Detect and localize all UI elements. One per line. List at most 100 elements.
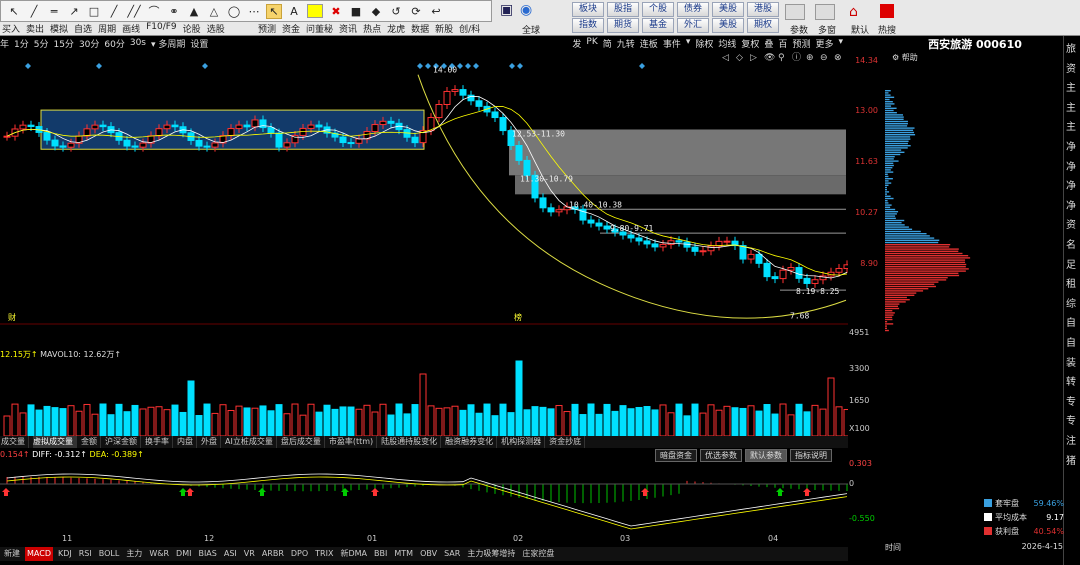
side-label-5[interactable]: 净 (1066, 138, 1076, 153)
grid-icon[interactable] (785, 4, 805, 20)
bottom-tab-8[interactable]: BIAS (196, 547, 218, 561)
chart-tool-5[interactable]: 事件 (663, 37, 681, 50)
menu-tool-3[interactable]: 资讯 (339, 22, 357, 36)
globe-icon[interactable]: ◉ (520, 2, 532, 18)
draw-tool-3-icon[interactable]: ↗ (67, 5, 81, 18)
chart-tool-10[interactable]: 叠 (764, 37, 773, 50)
draw-tool-1-icon[interactable]: ╱ (27, 5, 41, 18)
draw-tool-14-icon[interactable]: A (287, 5, 301, 18)
side-label-11[interactable]: 足 (1066, 256, 1076, 271)
side-label-21[interactable]: 猪 (1066, 452, 1076, 467)
indicator-tab-10[interactable]: 陆股通持股变化 (381, 436, 441, 448)
menu-item-3[interactable]: 自选 (74, 22, 92, 36)
market-btn-r2-2[interactable]: 基金 (642, 18, 674, 33)
draw-tool-13-icon[interactable]: ↖ (267, 5, 281, 18)
draw-tool-7-icon[interactable]: ⌒ (147, 3, 161, 19)
bottom-tab-11[interactable]: ARBR (260, 547, 286, 561)
macd-btn-3[interactable]: 指标说明 (790, 449, 832, 462)
indicator-tab-0[interactable]: 成交量 (1, 436, 29, 448)
period-tab-5[interactable]: 60分 (104, 37, 124, 50)
period-tab-7[interactable]: ▾ 多周期 (151, 37, 185, 50)
period-tab-6[interactable]: 30s (130, 38, 146, 48)
bottom-tab-2[interactable]: KDJ (56, 547, 74, 561)
side-label-1[interactable]: 资 (1066, 60, 1076, 75)
indicator-tab-1[interactable]: 虚拟成交量 (33, 436, 77, 448)
candlestick-chart[interactable]: ◁ ◇ ▷ 👁 ⚲ ⓘ ⊕ ⊖ ⊗ 14.00 12.53-11.30 11.30-10.79 10.4… (0, 50, 848, 325)
menu-item-0[interactable]: 买入 (2, 22, 20, 36)
chart-tool-12[interactable]: 预测 (792, 37, 810, 50)
indicator-tab-6[interactable]: 外盘 (201, 436, 221, 448)
menu-item-2[interactable]: 模拟 (50, 22, 68, 36)
bottom-tab-13[interactable]: TRIX (313, 547, 335, 561)
menu-item-1[interactable]: 卖出 (26, 22, 44, 36)
draw-tool-18-icon[interactable]: ◆ (369, 5, 383, 18)
side-label-19[interactable]: 专 (1066, 412, 1076, 427)
draw-tool-12-icon[interactable]: ⋯ (247, 5, 261, 18)
chart-tool-6[interactable]: ▾ (686, 37, 691, 50)
side-label-15[interactable]: 自 (1066, 334, 1076, 349)
market-btn-r2-4[interactable]: 美股 (712, 18, 744, 33)
bottom-tab-12[interactable]: DPO (289, 547, 310, 561)
menu-item-7[interactable]: 论股 (183, 22, 201, 36)
draw-tool-5-icon[interactable]: ╱ (107, 5, 121, 18)
macd-chart[interactable] (0, 462, 848, 534)
side-label-17[interactable]: 转 (1066, 373, 1076, 388)
draw-tool-15-icon[interactable] (307, 4, 323, 18)
bottom-tab-6[interactable]: W&R (147, 547, 171, 561)
period-tab-3[interactable]: 15分 (53, 37, 73, 50)
menu-tool-4[interactable]: 热点 (363, 22, 381, 36)
market-btn-r1-0[interactable]: 板块 (572, 2, 604, 17)
indicator-tab-8[interactable]: 盘后成交量 (281, 436, 325, 448)
draw-tool-9-icon[interactable]: ▲ (187, 5, 201, 18)
bottom-tab-16[interactable]: MTM (392, 547, 415, 561)
market-btn-r1-2[interactable]: 个股 (642, 2, 674, 17)
bottom-tab-10[interactable]: VR (242, 547, 257, 561)
multiwindow-icon[interactable] (815, 4, 835, 20)
side-label-10[interactable]: 名 (1066, 236, 1076, 251)
draw-tool-19-icon[interactable]: ↺ (389, 5, 403, 18)
side-label-2[interactable]: 主 (1066, 79, 1076, 94)
draw-tool-10-icon[interactable]: △ (207, 5, 221, 18)
help-label[interactable]: ⚙ 帮助 (892, 52, 918, 63)
market-btn-r2-1[interactable]: 期货 (607, 18, 639, 33)
bottom-tab-1[interactable]: MACD (25, 547, 53, 561)
menu-tool-2[interactable]: 问董秘 (306, 22, 333, 36)
bottom-tab-3[interactable]: RSI (77, 547, 94, 561)
draw-tool-4-icon[interactable]: □ (87, 5, 101, 18)
indicator-tab-9[interactable]: 市盈率(ttm) (329, 436, 377, 448)
draw-tool-2-icon[interactable]: ═ (47, 5, 61, 18)
menu-item-5[interactable]: 画线 (122, 22, 140, 36)
draw-tool-21-icon[interactable]: ↩ (429, 5, 443, 18)
side-label-14[interactable]: 自 (1066, 314, 1076, 329)
chart-tool-9[interactable]: 复权 (741, 37, 759, 50)
volume-chart[interactable] (0, 358, 848, 436)
chart-tool-4[interactable]: 连板 (640, 37, 658, 50)
draw-tool-11-icon[interactable]: ◯ (227, 5, 241, 18)
indicator-tab-3[interactable]: 沪深金额 (105, 436, 141, 448)
bottom-tab-15[interactable]: BBI (372, 547, 389, 561)
menu-tool-6[interactable]: 数据 (411, 22, 429, 36)
side-label-6[interactable]: 净 (1066, 158, 1076, 173)
side-label-13[interactable]: 综 (1066, 295, 1076, 310)
bottom-tab-19[interactable]: 主力吸筹增持 (465, 547, 517, 561)
side-label-9[interactable]: 资 (1066, 216, 1076, 231)
draw-tool-20-icon[interactable]: ⟳ (409, 5, 423, 18)
market-btn-r2-3[interactable]: 外汇 (677, 18, 709, 33)
hotsearch-icon[interactable] (880, 4, 894, 18)
indicator-tab-12[interactable]: 机构探测器 (501, 436, 545, 448)
chart-tool-0[interactable]: 发 (572, 37, 581, 50)
period-tab-8[interactable]: 设置 (190, 37, 208, 50)
side-label-7[interactable]: 净 (1066, 177, 1076, 192)
market-btn-r1-3[interactable]: 债券 (677, 2, 709, 17)
bottom-tab-7[interactable]: DMI (174, 547, 193, 561)
draw-tool-6-icon[interactable]: ╱╱ (127, 5, 141, 18)
chart-tool-13[interactable]: 更多 (815, 37, 833, 50)
menu-item-6[interactable]: F10/F9 (146, 22, 177, 36)
bottom-tab-20[interactable]: 庄家控盘 (520, 547, 556, 561)
macd-btn-0[interactable]: 暗盘资金 (655, 449, 697, 462)
menu-tool-5[interactable]: 龙虎 (387, 22, 405, 36)
bottom-tab-5[interactable]: 主力 (124, 547, 144, 561)
bottom-tab-0[interactable]: 新建 (2, 547, 22, 561)
bottom-tab-4[interactable]: BOLL (97, 547, 122, 561)
side-label-0[interactable]: 旅 (1066, 40, 1076, 55)
